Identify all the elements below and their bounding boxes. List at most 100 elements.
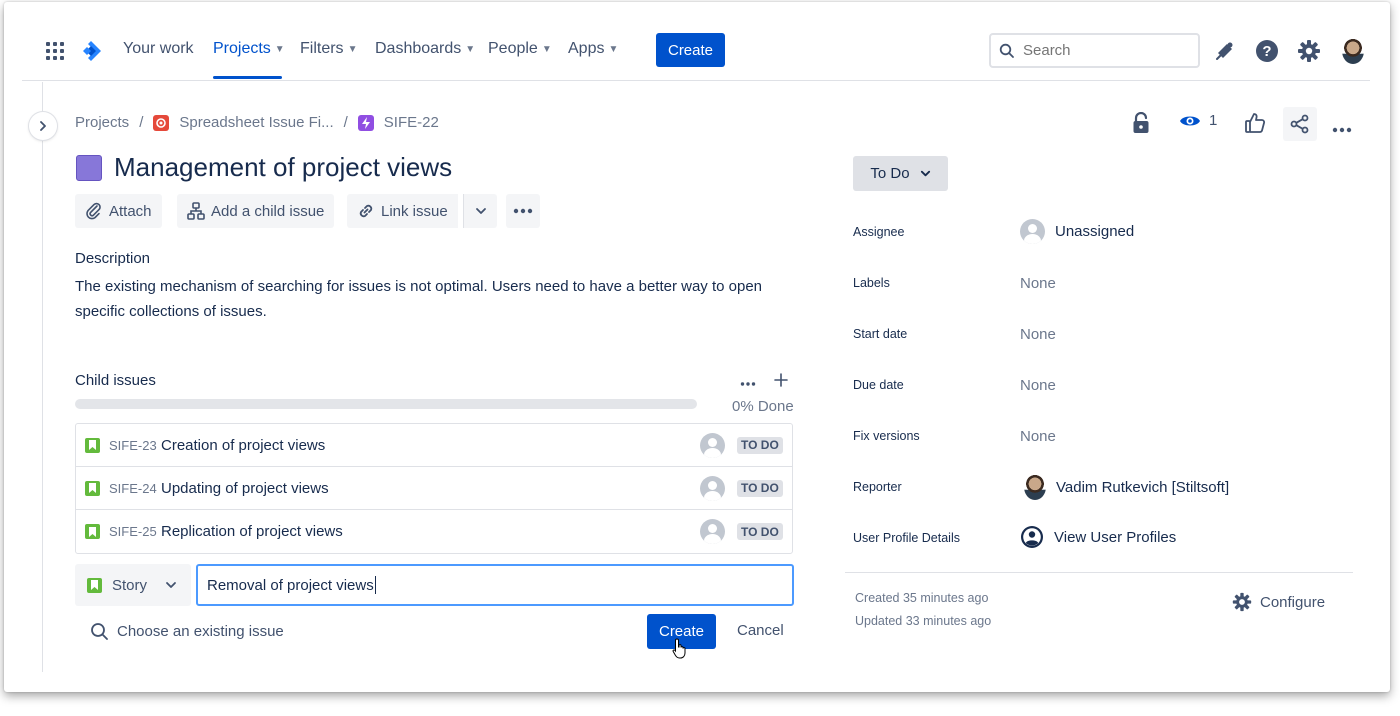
story-icon xyxy=(85,480,100,496)
chevron-down-icon: ▼ xyxy=(347,43,358,55)
breadcrumb-project[interactable]: Spreadsheet Issue Fi... xyxy=(179,114,333,131)
chevron-down-icon: ▼ xyxy=(541,43,552,55)
child-progress-bar xyxy=(75,399,697,409)
link-issue-dropdown-button[interactable] xyxy=(463,194,497,228)
child-issue-key[interactable]: SIFE-24 xyxy=(109,481,157,496)
nav-label: Your work xyxy=(123,40,194,57)
create-button[interactable]: Create xyxy=(656,33,725,67)
add-child-issue-button[interactable]: Add a child issue xyxy=(177,194,335,228)
child-issue-key[interactable]: SIFE-25 xyxy=(109,524,157,539)
attach-button[interactable]: Attach xyxy=(75,194,162,228)
view-user-profiles-label: View User Profiles xyxy=(1054,528,1177,546)
child-issue-summary[interactable]: Replication of project views xyxy=(161,523,343,540)
gear-icon xyxy=(1232,592,1252,612)
search-input[interactable] xyxy=(1023,42,1183,59)
add-child-label: Add a child issue xyxy=(211,202,325,220)
view-user-profiles-link[interactable]: View User Profiles xyxy=(1020,525,1176,549)
notifications-icon[interactable] xyxy=(1212,38,1238,64)
breadcrumb-separator: / xyxy=(343,114,348,131)
nav-filters[interactable]: Filters ▼ xyxy=(300,40,357,58)
vote-thumbs-up-icon[interactable] xyxy=(1244,112,1266,139)
child-issue-summary[interactable]: Updating of project views xyxy=(161,480,329,497)
add-child-button[interactable] xyxy=(773,372,789,393)
updated-timestamp: Updated 33 minutes ago xyxy=(855,614,992,628)
story-icon xyxy=(87,577,102,593)
status-dropdown-button[interactable]: To Do xyxy=(853,156,948,191)
status-badge[interactable]: TO DO xyxy=(737,523,783,540)
nav-apps[interactable]: Apps ▼ xyxy=(568,40,618,58)
assignee-placeholder-icon[interactable] xyxy=(700,519,725,544)
watcher-count: 1 xyxy=(1209,112,1218,129)
jira-logo-icon[interactable] xyxy=(78,38,104,64)
chevron-down-icon xyxy=(166,582,176,588)
child-issue-row[interactable]: SIFE-24 Updating of project views TO DO xyxy=(76,467,792,510)
child-issue-row[interactable]: SIFE-25 Replication of project views TO … xyxy=(76,510,792,553)
nav-label: Dashboards xyxy=(375,40,462,57)
sidebar-rail xyxy=(42,82,43,672)
labels-value[interactable]: None xyxy=(1020,275,1056,292)
more-icon xyxy=(1332,127,1352,133)
issue-type-label: Story xyxy=(112,576,148,594)
description-label: Description xyxy=(75,250,151,267)
child-issues-label: Child issues xyxy=(75,372,156,389)
nav-projects[interactable]: Projects ▼ xyxy=(213,40,285,58)
child-issue-summary[interactable]: Creation of project views xyxy=(161,437,325,454)
link-issue-label: Link issue xyxy=(381,202,448,220)
status-badge[interactable]: TO DO xyxy=(737,479,783,497)
help-icon[interactable]: ? xyxy=(1254,38,1280,64)
status-badge[interactable]: TO DO xyxy=(737,436,783,454)
start-date-value[interactable]: None xyxy=(1020,326,1056,343)
assignee-placeholder-icon[interactable] xyxy=(700,432,725,458)
app-switcher-icon[interactable] xyxy=(42,38,68,64)
breadcrumb-projects[interactable]: Projects xyxy=(75,114,129,131)
chevron-down-icon: ▼ xyxy=(465,43,476,55)
story-icon xyxy=(85,437,100,453)
story-icon xyxy=(85,524,100,539)
paperclip-icon xyxy=(86,202,101,220)
project-avatar-icon xyxy=(153,114,170,131)
assignee-value[interactable]: Unassigned xyxy=(1020,219,1134,244)
issue-title[interactable]: Management of project views xyxy=(114,152,452,183)
nav-dashboards[interactable]: Dashboards ▼ xyxy=(375,40,475,58)
labels-label: Labels xyxy=(853,276,890,290)
reporter-value[interactable]: Vadim Rutkevich [Stiltsoft] xyxy=(1020,474,1229,500)
search-icon xyxy=(91,623,108,640)
svg-text:?: ? xyxy=(1262,43,1271,60)
nav-people[interactable]: People ▼ xyxy=(488,40,552,58)
choose-existing-issue-button[interactable]: Choose an existing issue xyxy=(90,622,284,641)
due-date-value[interactable]: None xyxy=(1020,377,1056,394)
active-tab-indicator xyxy=(213,76,282,79)
created-timestamp: Created 35 minutes ago xyxy=(855,591,989,605)
settings-gear-icon[interactable] xyxy=(1296,38,1322,64)
new-child-summary-input[interactable]: Removal of project views xyxy=(196,564,794,606)
chevron-down-icon xyxy=(920,170,930,177)
assignee-placeholder-icon[interactable] xyxy=(700,475,725,501)
restrictions-lock-icon[interactable] xyxy=(1132,111,1150,139)
nav-label: Apps xyxy=(568,40,605,57)
breadcrumb-issue-key[interactable]: SIFE-22 xyxy=(384,114,439,131)
fix-versions-value[interactable]: None xyxy=(1020,428,1056,445)
link-issue-button[interactable]: Link issue xyxy=(347,194,458,228)
progress-done-text: 0% Done xyxy=(732,398,794,415)
expand-sidebar-button[interactable] xyxy=(29,112,57,140)
breadcrumb-separator: / xyxy=(139,114,144,131)
child-issue-row[interactable]: SIFE-23 Creation of project views TO DO xyxy=(76,424,792,467)
configure-button[interactable]: Configure xyxy=(1232,592,1325,612)
assignee-label: Assignee xyxy=(853,225,905,239)
reporter-avatar xyxy=(1024,474,1046,500)
child-issue-key[interactable]: SIFE-23 xyxy=(109,438,157,453)
nav-your-work[interactable]: Your work xyxy=(123,40,194,58)
child-issues-more-button[interactable] xyxy=(740,374,756,392)
description-text[interactable]: The existing mechanism of searching for … xyxy=(75,274,765,324)
watch-button[interactable]: 1 xyxy=(1179,112,1217,129)
cancel-button[interactable]: Cancel xyxy=(737,622,784,639)
issue-type-select[interactable]: Story xyxy=(75,564,191,606)
share-button[interactable] xyxy=(1283,107,1317,141)
chevron-right-icon xyxy=(40,121,46,131)
issue-more-actions-button[interactable] xyxy=(1332,120,1352,138)
more-actions-button[interactable] xyxy=(506,194,540,228)
search-box[interactable] xyxy=(989,33,1200,68)
jira-issue-window: Your work Projects ▼ Filters ▼ Dashboards ▼… xyxy=(4,2,1390,692)
chevron-down-icon: ▼ xyxy=(274,43,285,55)
profile-avatar[interactable] xyxy=(1340,38,1366,64)
